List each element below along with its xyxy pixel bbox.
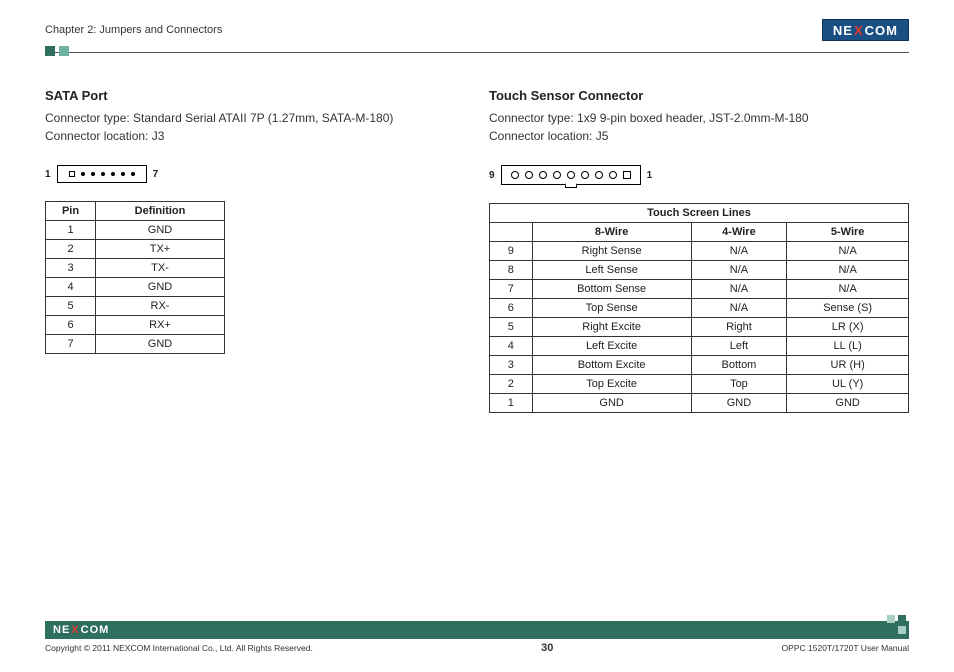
- connector-notch-icon: [565, 183, 577, 188]
- table-row: 2TX+: [46, 240, 225, 259]
- pin-circle-icon: [609, 171, 617, 179]
- right-column: Touch Sensor Connector Connector type: 1…: [489, 88, 909, 413]
- table-row: 4GND: [46, 278, 225, 297]
- footer-bar: NEXCOM: [45, 621, 909, 639]
- j3-pin7-label: 7: [153, 169, 159, 180]
- nexcom-logo: NEXCOM: [822, 19, 909, 41]
- j5-pin9-label: 9: [489, 170, 495, 181]
- pin-square-icon: [69, 171, 75, 177]
- logo-text-pre: NE: [833, 23, 853, 38]
- logo-text-post: COM: [81, 624, 110, 636]
- table-row: 5RX-: [46, 297, 225, 316]
- table-row: 7GND: [46, 335, 225, 354]
- footer: NEXCOM Copyright © 2011 NEXCOM Internati…: [45, 621, 909, 654]
- j3-connector-diagram: 1 7: [45, 165, 429, 183]
- pin-dot-icon: [101, 172, 105, 176]
- square-icon: [887, 626, 895, 634]
- pin-dot-icon: [131, 172, 135, 176]
- square-icon: [898, 615, 906, 623]
- table-row: 9Right SenseN/AN/A: [490, 242, 909, 261]
- th-8wire: 8-Wire: [532, 223, 691, 242]
- th-blank: [490, 223, 533, 242]
- table-title-row: Touch Screen Lines: [490, 204, 909, 223]
- touch-conn-type: Connector type: 1x9 9-pin boxed header, …: [489, 109, 909, 127]
- footer-corner-squares: [887, 615, 909, 634]
- copyright-text: Copyright © 2011 NEXCOM International Co…: [45, 643, 313, 653]
- pin-circle-icon: [595, 171, 603, 179]
- logo-text-x: X: [854, 23, 864, 38]
- pin-circle-icon: [553, 171, 561, 179]
- pin-circle-icon: [581, 171, 589, 179]
- table-header-row: Pin Definition: [46, 202, 225, 221]
- page-number: 30: [541, 642, 553, 654]
- table-row: 1GND: [46, 221, 225, 240]
- th-def: Definition: [96, 202, 225, 221]
- pin-circle-icon: [539, 171, 547, 179]
- j3-pin1-label: 1: [45, 169, 51, 180]
- header: Chapter 2: Jumpers and Connectors NEXCOM: [45, 18, 909, 42]
- table-row: 7Bottom SenseN/AN/A: [490, 280, 909, 299]
- j3-connector-box: [57, 165, 147, 183]
- touch-conn-loc: Connector location: J5: [489, 127, 909, 145]
- j5-connector-box: [501, 165, 641, 185]
- logo-text-x: X: [71, 624, 79, 636]
- logo-text-pre: NE: [53, 624, 70, 636]
- content-columns: SATA Port Connector type: Standard Seria…: [45, 88, 909, 413]
- page: Chapter 2: Jumpers and Connectors NEXCOM…: [45, 18, 909, 654]
- th-4wire: 4-Wire: [691, 223, 787, 242]
- j3-pin-table: Pin Definition 1GND 2TX+ 3TX- 4GND 5RX- …: [45, 201, 225, 354]
- left-column: SATA Port Connector type: Standard Seria…: [45, 88, 429, 413]
- footer-logo: NEXCOM: [53, 624, 109, 636]
- table-row: 3Bottom ExciteBottomUR (H): [490, 356, 909, 375]
- pin-circle-icon: [567, 171, 575, 179]
- j5-pin1-label: 1: [647, 170, 653, 181]
- table-title: Touch Screen Lines: [490, 204, 909, 223]
- rule-square-dark: [45, 46, 55, 56]
- sata-conn-loc: Connector location: J3: [45, 127, 429, 145]
- header-rule: [45, 46, 909, 60]
- touch-title: Touch Sensor Connector: [489, 88, 909, 103]
- sata-title: SATA Port: [45, 88, 429, 103]
- table-header-row: 8-Wire 4-Wire 5-Wire: [490, 223, 909, 242]
- pin-dot-icon: [91, 172, 95, 176]
- table-row: 5Right ExciteRightLR (X): [490, 318, 909, 337]
- chapter-title: Chapter 2: Jumpers and Connectors: [45, 24, 222, 36]
- th-5wire: 5-Wire: [787, 223, 909, 242]
- sata-conn-type: Connector type: Standard Serial ATAII 7P…: [45, 109, 429, 127]
- pin-circle-icon: [511, 171, 519, 179]
- table-row: 4Left ExciteLeftLL (L): [490, 337, 909, 356]
- footer-row: Copyright © 2011 NEXCOM International Co…: [45, 642, 909, 654]
- table-row: 2Top ExciteTopUL (Y): [490, 375, 909, 394]
- th-pin: Pin: [46, 202, 96, 221]
- manual-name: OPPC 1520T/1720T User Manual: [782, 643, 909, 653]
- rule-square-light: [59, 46, 69, 56]
- pin-dot-icon: [81, 172, 85, 176]
- pin-dot-icon: [121, 172, 125, 176]
- j5-connector-diagram: 9 1: [489, 165, 909, 185]
- pin-circle-icon: [525, 171, 533, 179]
- table-row: 8Left SenseN/AN/A: [490, 261, 909, 280]
- pin-dot-icon: [111, 172, 115, 176]
- square-icon: [887, 615, 895, 623]
- logo-text-post: COM: [865, 23, 898, 38]
- table-row: 1GNDGNDGND: [490, 394, 909, 413]
- square-icon: [898, 626, 906, 634]
- j5-pin-table: Touch Screen Lines 8-Wire 4-Wire 5-Wire …: [489, 203, 909, 413]
- table-row: 3TX-: [46, 259, 225, 278]
- rule-line: [45, 52, 909, 53]
- table-row: 6RX+: [46, 316, 225, 335]
- table-row: 6Top SenseN/ASense (S): [490, 299, 909, 318]
- pin-square-icon: [623, 171, 631, 179]
